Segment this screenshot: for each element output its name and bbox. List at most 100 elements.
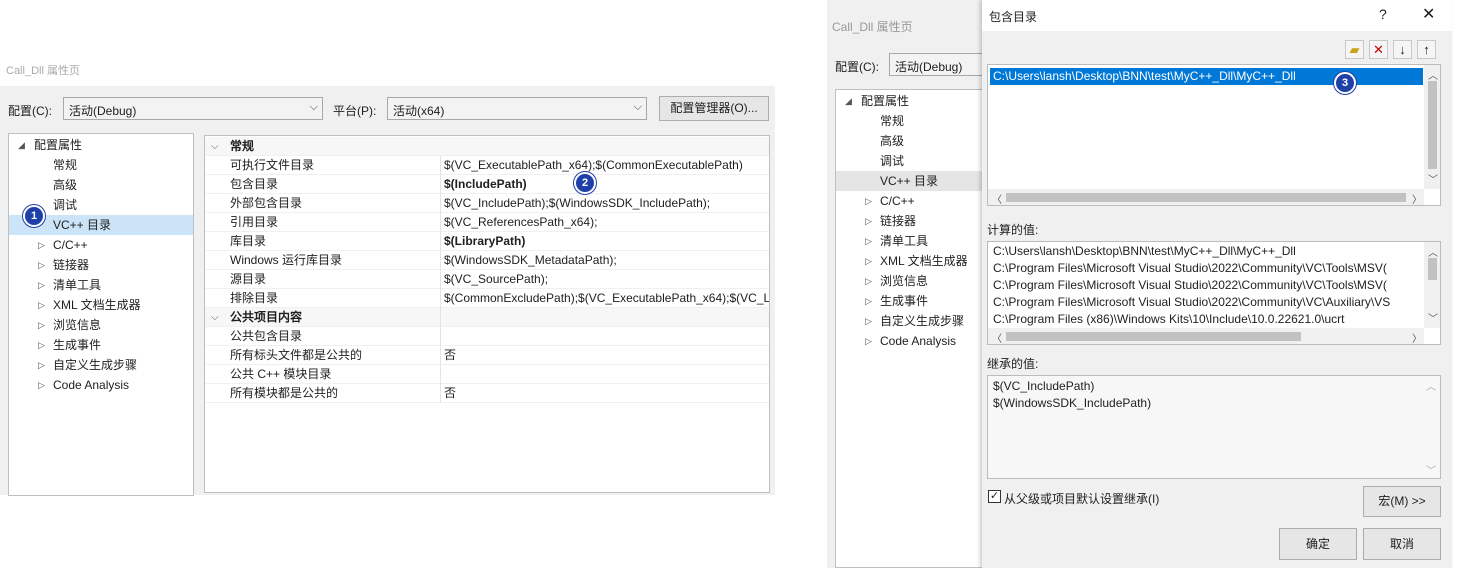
property-name: 引用目录 (230, 215, 279, 229)
tree-item-general[interactable]: 常规 (53, 155, 77, 175)
config-manager-button[interactable]: 配置管理器(O)... (659, 96, 769, 121)
back-tree-item-general[interactable]: 常规 (880, 111, 904, 131)
help-icon[interactable]: ? (1379, 6, 1387, 22)
inherit-checkbox-label[interactable]: 从父级或项目默认设置继承(I) (1004, 490, 1159, 507)
back-config-combo[interactable]: 活动(Debug) (889, 53, 982, 76)
back-tree-item-debugging[interactable]: 调试 (880, 151, 904, 171)
inherited-values-label: 继承的值: (987, 357, 1039, 371)
platform-label: 平台(P): (333, 104, 377, 118)
property-row[interactable]: 包含目录 $(IncludePath) (205, 175, 769, 194)
collapsed-arrow-icon[interactable]: ▷ (865, 231, 872, 251)
property-value[interactable]: $(VC_ExecutablePath_x64);$(CommonExecuta… (444, 156, 743, 175)
collapsed-arrow-icon[interactable]: ▷ (38, 255, 45, 275)
inherit-checkbox[interactable]: ✓ (988, 490, 1001, 503)
close-icon[interactable]: ✕ (1422, 4, 1435, 24)
property-row[interactable]: 所有标头文件都是公共的 否 (205, 346, 769, 365)
vertical-scrollbar[interactable]: ︿ ﹀ (1424, 65, 1440, 189)
property-value[interactable]: 否 (444, 346, 456, 365)
tree-root-config-properties[interactable]: ◢ 配置属性 (9, 135, 193, 155)
property-value[interactable]: 否 (444, 384, 456, 403)
property-row[interactable]: Windows 运行库目录 $(WindowsSDK_MetadataPath); (205, 251, 769, 270)
back-tree-item-advanced[interactable]: 高级 (880, 131, 904, 151)
collapsed-arrow-icon[interactable]: ▷ (865, 211, 872, 231)
tree-item--[interactable]: ▷ 链接器 (9, 255, 189, 275)
scroll-left-icon[interactable]: 〈 (992, 330, 1002, 344)
scroll-up-icon[interactable]: ︿ (1428, 244, 1438, 259)
expanded-arrow-icon[interactable]: ◢ (18, 135, 25, 155)
move-up-icon[interactable]: ↑ (1417, 40, 1436, 59)
scroll-thumb[interactable] (1428, 81, 1437, 169)
column-divider[interactable] (440, 156, 441, 403)
tree-item--[interactable]: ▷ 自定义生成步骤 (9, 355, 189, 375)
collapse-chevron-icon[interactable]: ⌵ (211, 137, 219, 156)
collapsed-arrow-icon[interactable]: ▷ (38, 335, 45, 355)
back-tree-root[interactable]: ◢ 配置属性 (836, 91, 982, 111)
collapsed-arrow-icon[interactable]: ▷ (38, 295, 45, 315)
horizontal-scrollbar[interactable]: 〈 〉 (988, 189, 1424, 205)
back-tree-item-vc-directories[interactable]: VC++ 目录 (836, 171, 982, 191)
property-row[interactable]: 引用目录 $(VC_ReferencesPath_x64); (205, 213, 769, 232)
scroll-thumb[interactable] (1006, 332, 1301, 341)
config-combo[interactable]: 活动(Debug) ⌵ (63, 97, 323, 120)
section-header-general[interactable]: ⌵ 常规 (205, 137, 769, 156)
tree-item-label: 生成事件 (53, 338, 102, 352)
scroll-up-icon[interactable]: ︿ (1428, 67, 1438, 82)
collapsed-arrow-icon[interactable]: ▷ (865, 191, 872, 211)
property-row[interactable]: 所有模块都是公共的 否 (205, 384, 769, 403)
property-value[interactable]: $(VC_SourcePath); (444, 270, 548, 289)
scroll-left-icon[interactable]: 〈 (992, 191, 1002, 205)
collapsed-arrow-icon[interactable]: ▷ (865, 251, 872, 271)
tree-item-advanced[interactable]: 高级 (53, 175, 77, 195)
property-value[interactable]: $(VC_ReferencesPath_x64); (444, 213, 597, 232)
include-path-list[interactable]: C:\Users\lansh\Desktop\BNN\test\MyC++_Dl… (987, 64, 1441, 206)
horizontal-scrollbar[interactable]: 〈 〉 (988, 328, 1424, 344)
collapsed-arrow-icon[interactable]: ▷ (38, 355, 45, 375)
tree-item-debugging[interactable]: 调试 (53, 195, 77, 215)
collapsed-arrow-icon[interactable]: ▷ (38, 375, 45, 395)
property-value[interactable]: $(WindowsSDK_MetadataPath); (444, 251, 617, 270)
section-header-public-items[interactable]: ⌵ 公共项目内容 (205, 308, 769, 327)
selected-path-text[interactable]: C:\Users\lansh\Desktop\BNN\test\MyC++_Dl… (993, 69, 1296, 83)
collapsed-arrow-icon[interactable]: ▷ (38, 275, 45, 295)
scroll-down-icon[interactable]: ﹀ (1428, 310, 1438, 325)
cancel-button[interactable]: 取消 (1363, 528, 1441, 560)
collapsed-arrow-icon[interactable]: ▷ (38, 235, 45, 255)
property-value[interactable]: $(VC_IncludePath);$(WindowsSDK_IncludePa… (444, 194, 710, 213)
ok-button[interactable]: 确定 (1279, 528, 1357, 560)
collapsed-arrow-icon[interactable]: ▷ (865, 271, 872, 291)
property-row[interactable]: 可执行文件目录 $(VC_ExecutablePath_x64);$(Common… (205, 156, 769, 175)
vertical-scrollbar[interactable]: ︿ ﹀ (1424, 242, 1440, 328)
move-down-icon[interactable]: ↓ (1393, 40, 1412, 59)
scroll-right-icon[interactable]: 〉 (1412, 330, 1422, 344)
property-row[interactable]: 排除目录 $(CommonExcludePath);$(VC_Executable… (205, 289, 769, 308)
tree-item--[interactable]: ▷ 生成事件 (9, 335, 189, 355)
collapsed-arrow-icon[interactable]: ▷ (865, 311, 872, 331)
collapsed-arrow-icon[interactable]: ▷ (865, 291, 872, 311)
tree-item-xml-[interactable]: ▷ XML 文档生成器 (9, 295, 189, 315)
property-value[interactable]: $(LibraryPath) (444, 232, 525, 251)
platform-combo[interactable]: 活动(x64) ⌵ (387, 97, 647, 120)
tree-item--[interactable]: ▷ 清单工具 (9, 275, 189, 295)
scroll-right-icon[interactable]: 〉 (1412, 191, 1422, 205)
collapsed-arrow-icon[interactable]: ▷ (865, 331, 872, 351)
delete-icon[interactable]: ✕ (1369, 40, 1388, 59)
macros-button[interactable]: 宏(M) >> (1363, 486, 1441, 517)
expanded-arrow-icon[interactable]: ◢ (845, 91, 852, 111)
property-value[interactable]: $(CommonExcludePath);$(VC_ExecutablePath… (444, 289, 769, 308)
scroll-thumb[interactable] (1006, 193, 1406, 202)
property-row[interactable]: 公共包含目录 (205, 327, 769, 346)
tree-item-code-analysis[interactable]: ▷ Code Analysis (9, 375, 189, 395)
collapse-chevron-icon[interactable]: ⌵ (211, 308, 219, 327)
scroll-thumb[interactable] (1428, 258, 1437, 280)
property-row[interactable]: 外部包含目录 $(VC_IncludePath);$(WindowsSDK_Inc… (205, 194, 769, 213)
property-value[interactable]: $(IncludePath) (444, 175, 527, 194)
tree-item-c-c-[interactable]: ▷ C/C++ (9, 235, 189, 255)
selected-path-row[interactable]: C:\Users\lansh\Desktop\BNN\test\MyC++_Dl… (990, 68, 1423, 85)
scroll-down-icon[interactable]: ﹀ (1428, 171, 1438, 186)
property-row[interactable]: 源目录 $(VC_SourcePath); (205, 270, 769, 289)
collapsed-arrow-icon[interactable]: ▷ (38, 315, 45, 335)
property-row[interactable]: 库目录 $(LibraryPath) (205, 232, 769, 251)
new-folder-icon[interactable]: ▰ (1345, 40, 1364, 59)
tree-item--[interactable]: ▷ 浏览信息 (9, 315, 189, 335)
property-row[interactable]: 公共 C++ 模块目录 (205, 365, 769, 384)
